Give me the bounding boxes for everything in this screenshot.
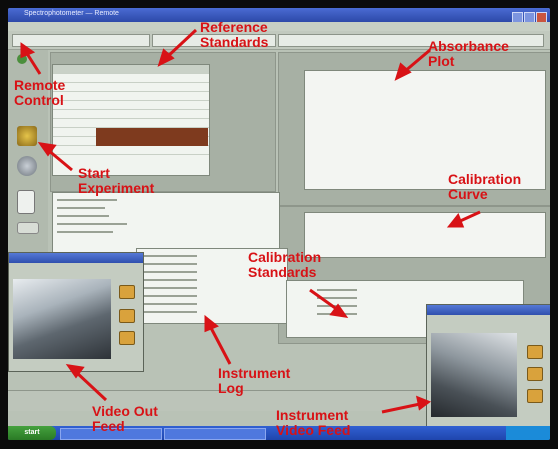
arrow-head <box>204 314 219 333</box>
arrow-remote-control <box>24 51 42 75</box>
arrow-head <box>446 213 465 228</box>
arrow-absorbance-plot <box>403 48 431 74</box>
arrow-video-out-feed <box>74 370 108 402</box>
arrow-instrument-video-feed <box>381 402 421 414</box>
arrow-calibration-standards <box>309 288 339 312</box>
arrow-head <box>415 395 432 411</box>
annotation-reference-standards: Reference Standards <box>200 19 269 50</box>
annotation-instrument-log: Instrument Log <box>218 365 291 396</box>
annotation-instrument-video-feed: Instrument Video Feed <box>276 407 351 438</box>
arrow-instrument-log <box>208 325 232 365</box>
annotation-start-experiment: Start Experiment <box>78 165 155 196</box>
arrow-head <box>394 62 412 81</box>
annotation-video-out-feed: Video Out Feed <box>92 403 158 434</box>
annotation-remote-control: Remote Control <box>14 77 66 108</box>
arrow-head <box>20 42 36 59</box>
arrow-reference-standards <box>164 28 198 60</box>
arrow-start-experiment <box>47 148 73 172</box>
annotation-absorbance-plot: Absorbance Plot <box>428 38 509 69</box>
annotation-calibration-curve: Calibration Curve <box>448 171 522 202</box>
annotation-calibration-standards: Calibration Standards <box>248 249 322 280</box>
